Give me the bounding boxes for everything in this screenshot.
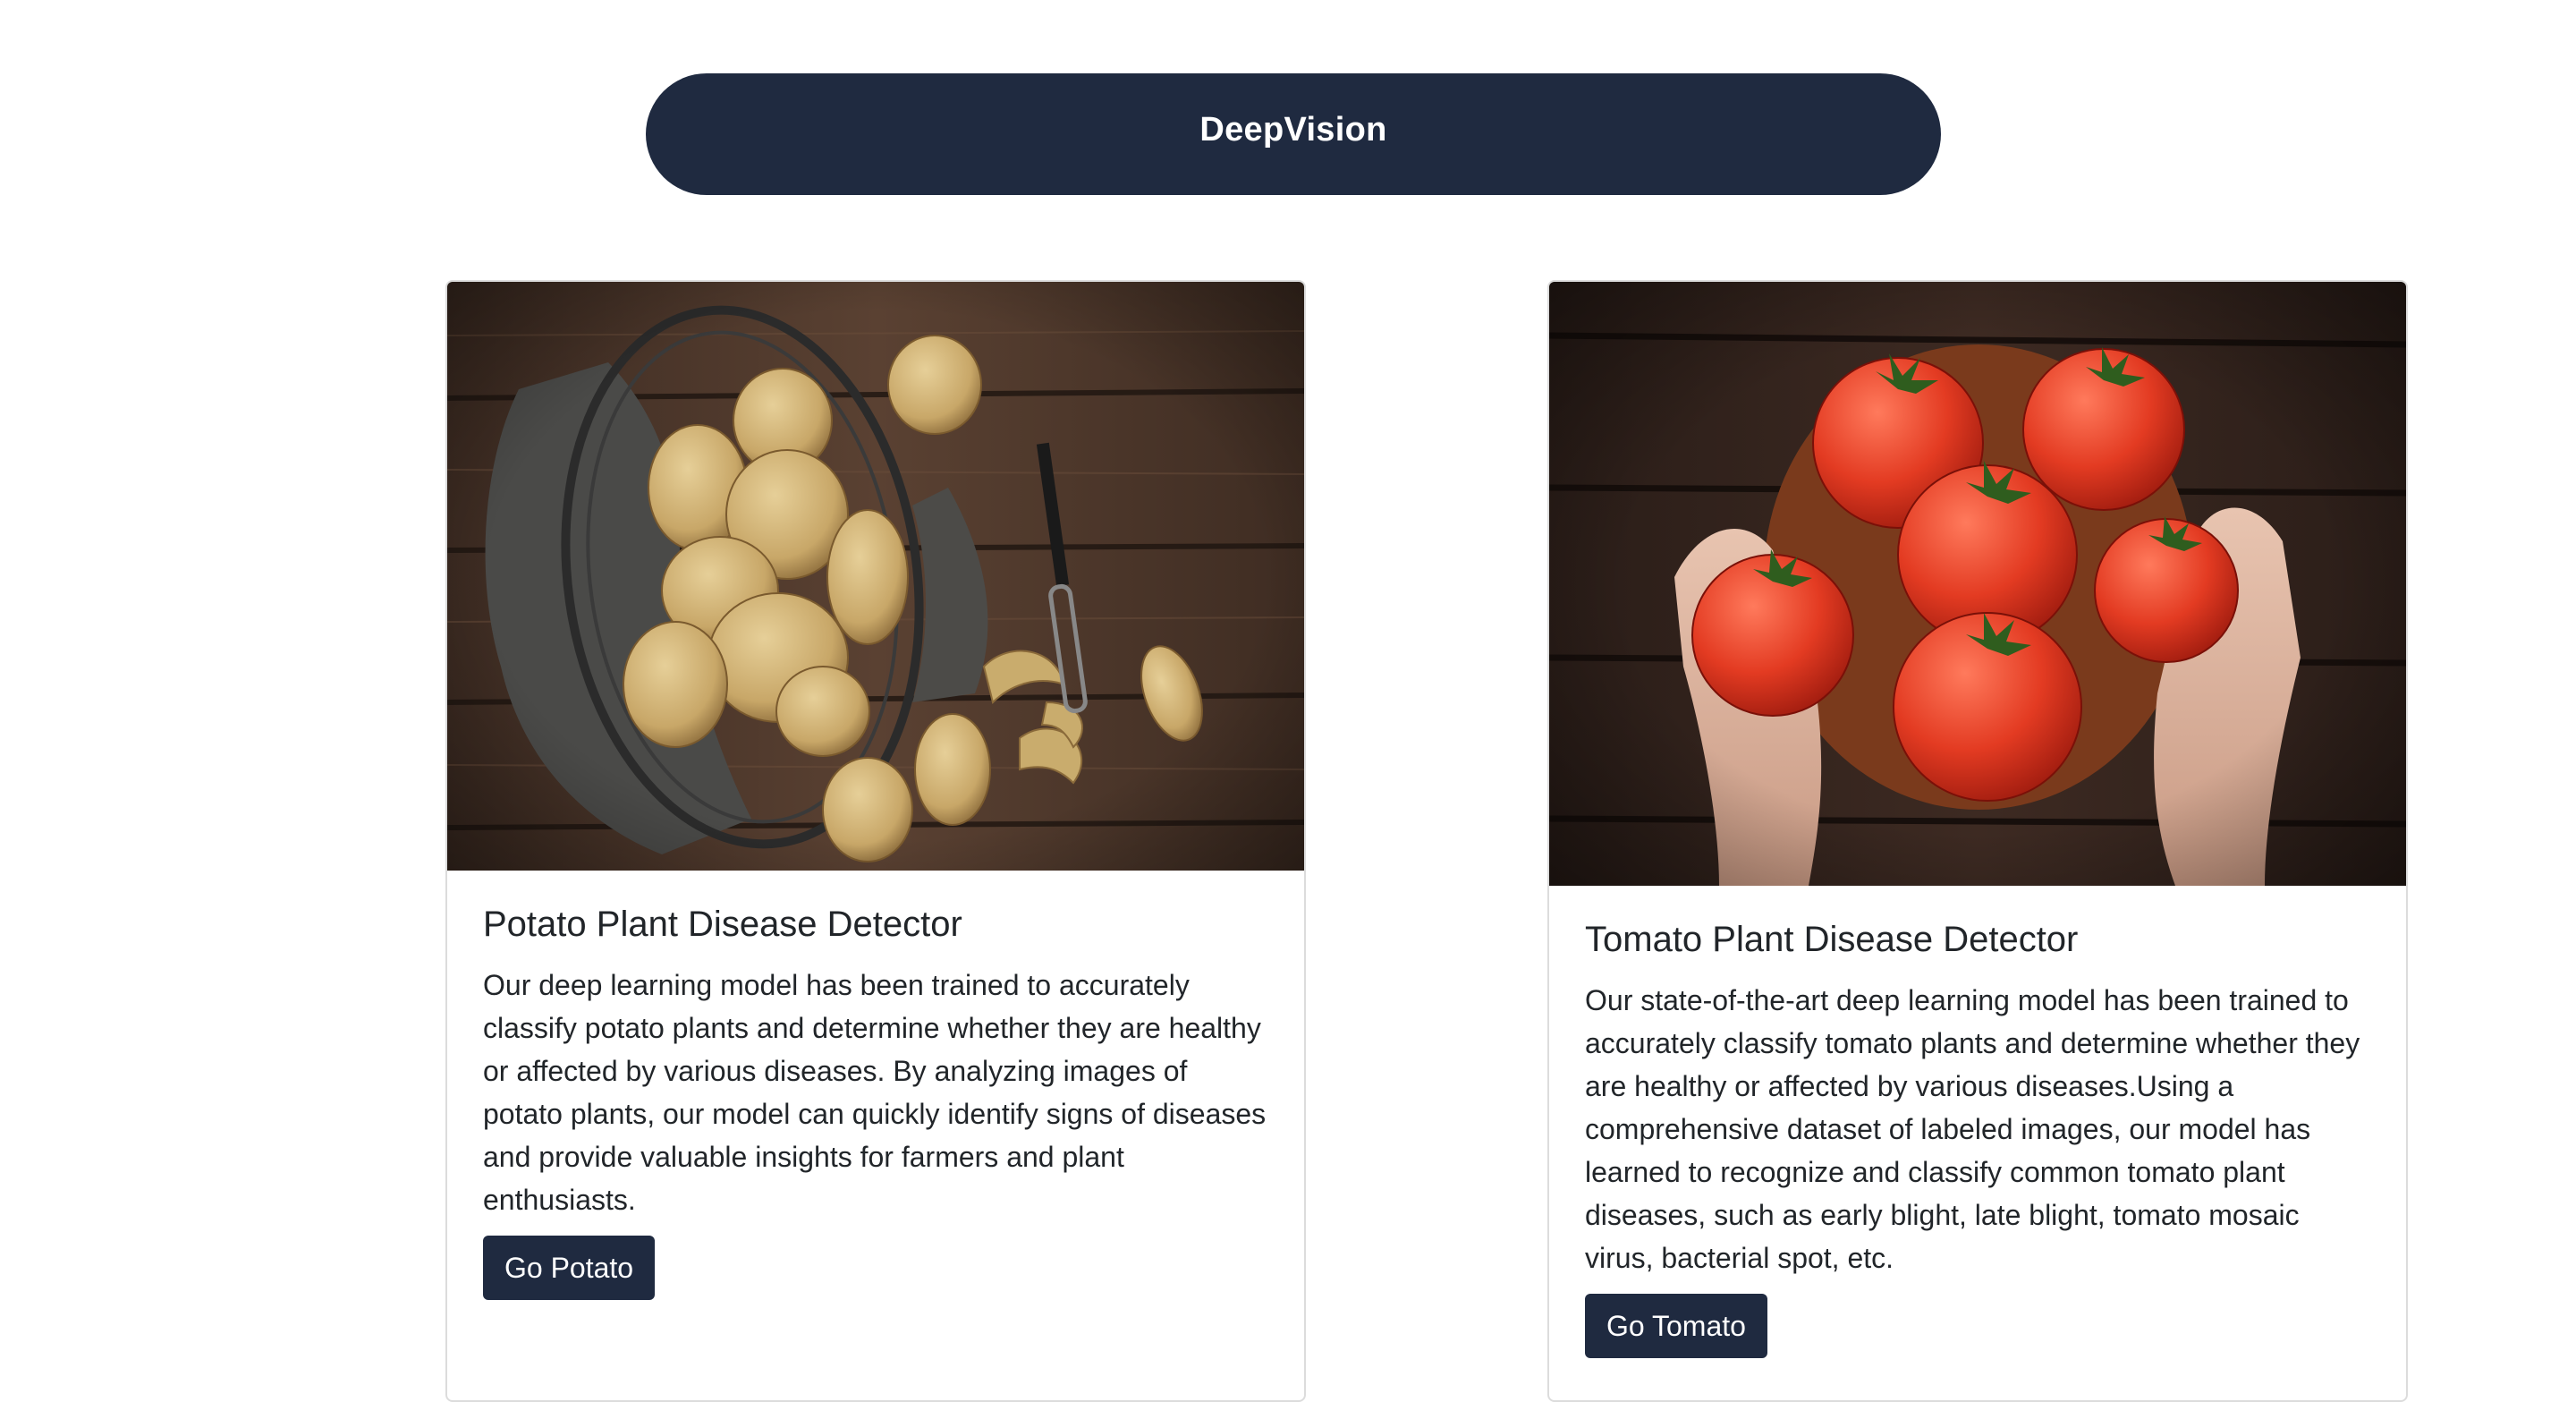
navbar: DeepVision	[646, 73, 1941, 195]
potato-card-description: Our deep learning model has been trained…	[483, 969, 1267, 1216]
potato-card: Potato Plant Disease Detector Our deep l…	[445, 280, 1306, 1402]
tomato-card-body: Tomato Plant Disease Detector Our state-…	[1549, 886, 2406, 1358]
tomato-card: Tomato Plant Disease Detector Our state-…	[1547, 280, 2408, 1402]
tomato-card-title: Tomato Plant Disease Detector	[1585, 920, 2079, 959]
potato-card-body: Potato Plant Disease Detector Our deep l…	[447, 871, 1304, 1300]
brand-link[interactable]: DeepVision	[1199, 111, 1386, 149]
potato-image	[447, 282, 1304, 871]
potato-card-title: Potato Plant Disease Detector	[483, 905, 962, 944]
go-tomato-button[interactable]: Go Tomato	[1585, 1294, 1767, 1358]
go-potato-button[interactable]: Go Potato	[483, 1236, 656, 1300]
tomato-card-description: Our state-of-the-art deep learning model…	[1585, 984, 2360, 1274]
tomato-image	[1549, 282, 2406, 886]
